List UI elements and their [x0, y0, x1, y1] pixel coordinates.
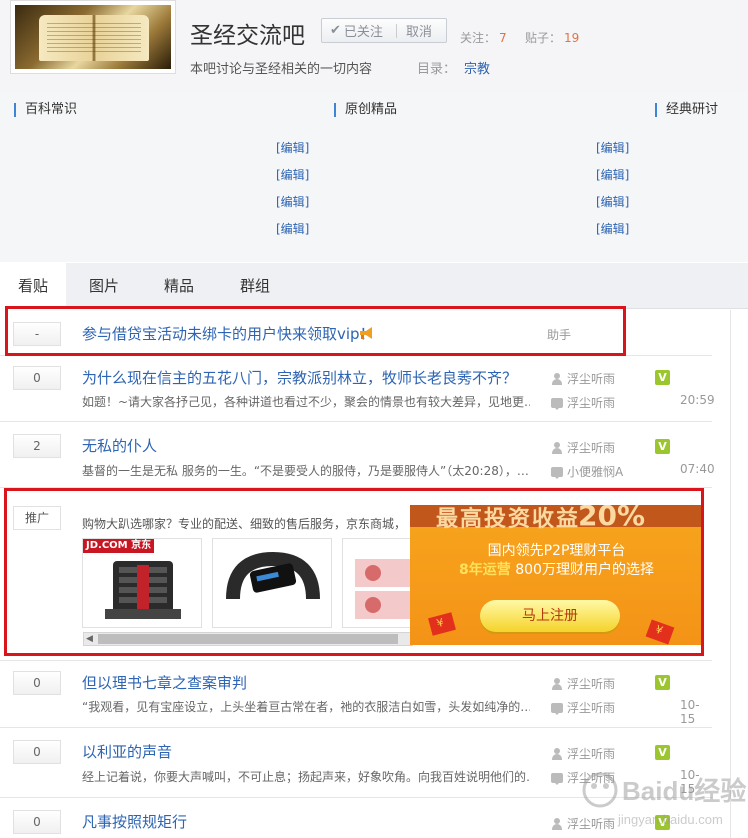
- user-icon: [551, 677, 563, 690]
- author-name[interactable]: 浮尘听雨: [567, 439, 615, 456]
- post-count-value: 19: [564, 31, 580, 45]
- tab-pictures[interactable]: 图片: [89, 263, 119, 309]
- edit-link[interactable]: [编辑]: [596, 220, 629, 237]
- tab-posts[interactable]: 看贴: [0, 263, 66, 309]
- thread-title[interactable]: 但以理书七章之查案审判: [82, 672, 247, 693]
- forum-directory: 目录： 宗教: [417, 58, 490, 77]
- watermark-url: jingyan.baidu.com: [617, 812, 723, 827]
- follow-count-label: 关注：: [460, 31, 497, 45]
- follow-count: 关注： 7: [460, 29, 507, 46]
- thread-abstract: 经上记着说，你要大声喊叫，不可止息；扬起声来，好象吹角。向我百姓说明他们的…: [82, 770, 530, 784]
- forum-description: 本吧讨论与圣经相关的一切内容: [190, 62, 373, 77]
- reply-icon: [551, 466, 563, 479]
- reply-count: 0: [13, 810, 61, 834]
- last-reply-name[interactable]: 小便雅悯A: [567, 463, 623, 480]
- last-reply-name[interactable]: 浮尘听雨: [567, 699, 615, 716]
- thread-abstract: “我观看，见有宝座设立，上头坐着亘古常在者，祂的衣服洁白如雪，头发如纯净的…: [82, 700, 530, 714]
- thread-abstract: 基督的一生是无私 服务的一生。“不是要受人的服侍，乃是要服侍人”（太20:28）…: [82, 464, 529, 478]
- category-section: 百科常识 [编辑] [编辑] [编辑] [编辑] 原创精品 [编辑] [编辑] …: [0, 92, 748, 262]
- reply-icon: [551, 397, 563, 410]
- last-reply-user[interactable]: 浮尘听雨: [551, 394, 615, 411]
- follow-count-value[interactable]: 7: [499, 31, 507, 45]
- bible-image: [15, 5, 171, 69]
- user-icon: [551, 441, 563, 454]
- last-reply-user[interactable]: 浮尘听雨: [551, 699, 615, 716]
- reply-time: 20:59: [680, 393, 715, 407]
- follow-button-group: ✔ 已关注 取消: [321, 18, 447, 43]
- user-icon: [551, 817, 563, 830]
- directory-link[interactable]: 宗教: [464, 62, 490, 77]
- edit-link[interactable]: [编辑]: [596, 193, 629, 210]
- level-badge: V: [655, 439, 670, 454]
- watermark-brand: Baidu经验: [622, 776, 746, 806]
- thread-title[interactable]: 以利亚的声音: [82, 741, 172, 762]
- edit-link[interactable]: [编辑]: [276, 166, 309, 183]
- post-count-label: 贴子：: [525, 31, 562, 45]
- tab-featured[interactable]: 精品: [164, 263, 194, 309]
- forum-header: 圣经交流吧 ✔ 已关注 取消 关注： 7 贴子： 19 本吧讨论与圣经相关的一切内容…: [0, 0, 748, 92]
- last-reply-user[interactable]: 小便雅悯A: [551, 463, 623, 480]
- cancel-follow-button[interactable]: 取消: [397, 21, 432, 40]
- edit-link[interactable]: [编辑]: [596, 166, 629, 183]
- thread-row: 0 为什么现在信主的五花八门，宗教派别林立，牧师长老良莠不齐？ 如题！~请大家各…: [0, 356, 715, 422]
- reply-count: 0: [13, 671, 61, 695]
- directory-label: 目录：: [417, 62, 457, 77]
- baidu-jingyan-watermark: Baidu经验 jingyan.baidu.com: [582, 772, 746, 827]
- reply-count: 2: [13, 434, 61, 458]
- reply-icon: [551, 772, 563, 785]
- thread-title[interactable]: 无私的仆人: [82, 435, 157, 456]
- checkmark-icon: ✔: [330, 23, 341, 38]
- last-reply-name[interactable]: 浮尘听雨: [567, 394, 615, 411]
- followed-button[interactable]: ✔ 已关注: [322, 21, 396, 40]
- category-title-jingdian[interactable]: 经典研讨: [655, 103, 718, 117]
- forum-title: 圣经交流吧: [190, 23, 305, 49]
- thread-author[interactable]: 浮尘听雨: [551, 439, 615, 456]
- level-badge: V: [655, 370, 670, 385]
- edit-link[interactable]: [编辑]: [276, 193, 309, 210]
- reply-count: 0: [13, 366, 61, 390]
- category-title-baike[interactable]: 百科常识: [14, 103, 77, 117]
- user-icon: [551, 747, 563, 760]
- thread-title[interactable]: 凡事按照规矩行: [82, 811, 187, 832]
- thread-row: 2 无私的仆人 基督的一生是无私 服务的一生。“不是要受人的服侍，乃是要服侍人”…: [0, 422, 715, 488]
- author-name[interactable]: 浮尘听雨: [567, 675, 615, 692]
- level-badge: V: [655, 675, 670, 690]
- thread-abstract: 如题！~请大家各抒己见，各种讲道也看过不少，聚会的情景也有较大差异，见地更…: [82, 395, 530, 409]
- edit-link[interactable]: [编辑]: [276, 139, 309, 156]
- thread-title[interactable]: 为什么现在信主的五花八门，宗教派别林立，牧师长老良莠不齐？: [82, 367, 517, 388]
- thread-author[interactable]: 浮尘听雨: [551, 370, 615, 387]
- highlight-frame: [5, 306, 626, 356]
- reply-time: 07:40: [680, 462, 715, 476]
- edit-link[interactable]: [编辑]: [596, 139, 629, 156]
- post-count: 贴子： 19: [525, 29, 579, 46]
- highlight-frame: [4, 488, 704, 656]
- category-title-yuanchuang[interactable]: 原创精品: [334, 103, 397, 117]
- edit-link[interactable]: [编辑]: [276, 220, 309, 237]
- reply-time: 10-15: [680, 698, 700, 726]
- tab-groups[interactable]: 群组: [240, 263, 270, 309]
- reply-icon: [551, 702, 563, 715]
- user-icon: [551, 372, 563, 385]
- thread-row: 0 但以理书七章之查案审判 “我观看，见有宝座设立，上头坐着亘古常在者，祂的衣服…: [0, 660, 712, 728]
- forum-tabs: 看贴 图片 精品 群组: [0, 263, 748, 309]
- thread-author[interactable]: 浮尘听雨: [551, 675, 615, 692]
- author-name[interactable]: 浮尘听雨: [567, 370, 615, 387]
- reply-count: 0: [13, 740, 61, 764]
- followed-label: 已关注: [343, 25, 383, 40]
- forum-avatar[interactable]: [10, 0, 176, 74]
